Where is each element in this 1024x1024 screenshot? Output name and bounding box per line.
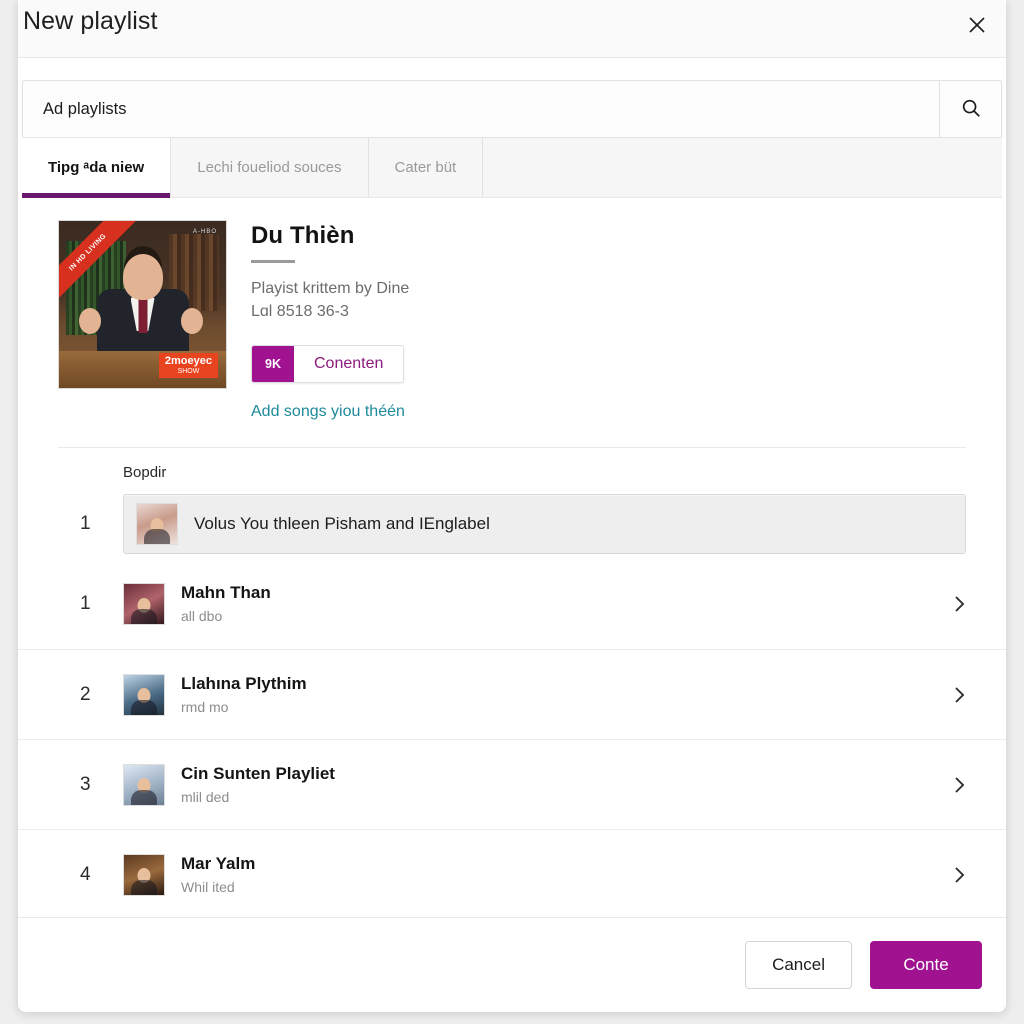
row-title: Cin Sunten Playliet	[181, 763, 335, 783]
content-count-badge[interactable]: 9K Conenten	[251, 345, 405, 384]
row-thumbnail	[123, 673, 165, 716]
list-section-label: Bopdir	[123, 464, 167, 482]
playlist-header: A-HBO IN HD LIVING 2moeyec SHOW Du Thièn…	[18, 198, 1006, 421]
row-title: Mahn Than	[181, 583, 271, 603]
badge-label-text: Conenten	[313, 355, 384, 373]
row-title: Llahına Plythim	[181, 673, 307, 693]
close-button[interactable]	[956, 4, 998, 46]
row-thumbnail	[123, 763, 165, 806]
close-icon	[966, 14, 988, 36]
playlist-info: Du Thièn Playist krittem by Dine Lɑl 851…	[227, 220, 966, 421]
row-index: 1	[80, 593, 91, 615]
playlist-title: Du Thièn	[251, 222, 355, 249]
row-index: 3	[80, 773, 91, 795]
dialog-title: New playlist	[23, 7, 158, 35]
row-subtitle: mlil ded	[181, 788, 230, 805]
search-bar	[22, 80, 1002, 138]
row-thumbnail	[123, 583, 165, 626]
playlist-stats: Lɑl 8518 36-3	[251, 303, 349, 321]
dialog-footer: Cancel Conte	[18, 917, 1006, 1012]
chevron-right-icon[interactable]	[936, 685, 966, 705]
highlighted-list-item[interactable]: 1 Volus You thleen Pisham and IEnglabel	[18, 489, 1006, 559]
row-thumbnail	[136, 503, 178, 546]
playlist-cover-image: A-HBO IN HD LIVING 2moeyec SHOW	[58, 220, 227, 389]
tab-cater-but[interactable]: Cater büt	[369, 138, 484, 197]
list-item[interactable]: 2 Llahına Plythim rmd mo	[18, 649, 1006, 739]
dialog-titlebar: New playlist	[18, 0, 1006, 58]
chevron-right-icon[interactable]	[936, 775, 966, 795]
row-thumbnail	[123, 853, 165, 896]
title-divider	[251, 260, 295, 263]
list-item[interactable]: 4 Mar Yalm Whil ited	[18, 829, 1006, 919]
row-index: 4	[80, 863, 91, 885]
dialog-body: Tipg ᵃda niew Lechi foueliod souces Cate…	[18, 80, 1006, 920]
cover-brand-logo-text: 2moeyec	[164, 355, 212, 368]
tab-bar-filler	[483, 138, 1002, 197]
row-subtitle: rmd mo	[181, 698, 229, 715]
tab-bar: Tipg ᵃda niew Lechi foueliod souces Cate…	[22, 138, 1002, 198]
confirm-button[interactable]: Conte	[870, 941, 982, 989]
playlist-author: Playist krittem by Dine	[251, 280, 410, 297]
row-index: 2	[80, 683, 91, 705]
tab-top-da-niew[interactable]: Tipg ᵃda niew	[22, 138, 172, 198]
add-songs-link[interactable]: Add songs yiou théén	[251, 403, 405, 421]
row-subtitle: Whil ited	[181, 878, 235, 895]
row-index: 1	[80, 513, 91, 535]
cover-brand-logo-subtext: SHOW	[177, 367, 200, 375]
list-item[interactable]: 1 Mahn Than all dbo	[18, 559, 1006, 649]
search-button[interactable]	[939, 81, 1001, 137]
row-subtitle: all dbo	[181, 608, 223, 625]
chevron-right-icon[interactable]	[936, 865, 966, 885]
row-title: Volus You thleen Pisham and IEnglabel	[194, 514, 490, 534]
badge-count-value: 9K	[252, 346, 294, 383]
cover-tv-logo: A-HBO	[192, 229, 217, 235]
list-item[interactable]: 3 Cin Sunten Playliet mlil ded	[18, 739, 1006, 829]
search-input[interactable]	[23, 81, 939, 137]
row-title: Mar Yalm	[181, 853, 256, 873]
cover-brand-logo: 2moeyec SHOW	[158, 353, 218, 378]
search-icon	[960, 97, 982, 122]
tab-lechi-foueliod-souces[interactable]: Lechi foueliod souces	[171, 138, 369, 197]
cancel-button[interactable]: Cancel	[745, 941, 852, 989]
chevron-right-icon[interactable]	[936, 594, 966, 614]
new-playlist-dialog: New playlist Tipg ᵃda niew	[18, 0, 1006, 1012]
